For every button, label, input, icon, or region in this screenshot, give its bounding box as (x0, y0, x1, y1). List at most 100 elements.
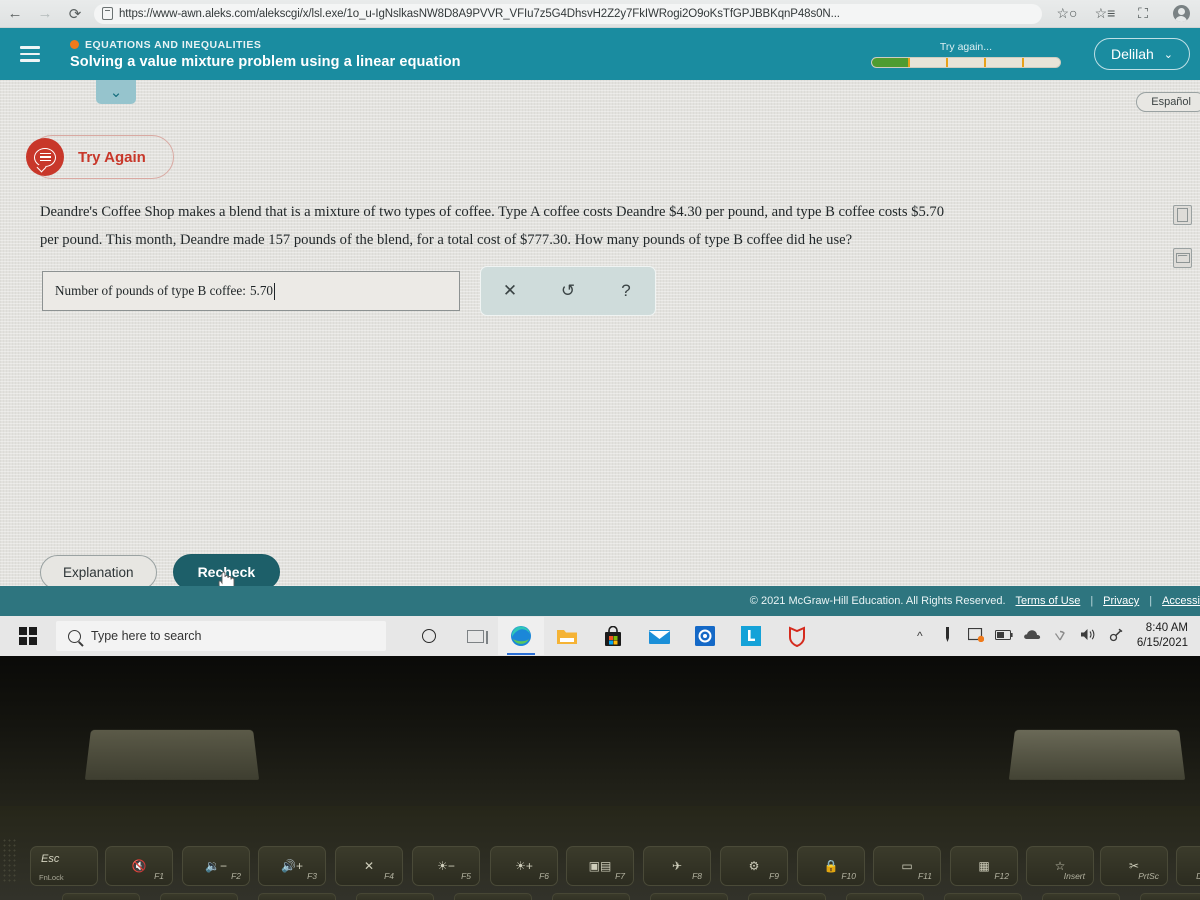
notification-icon[interactable] (963, 627, 989, 645)
forward-arrow-icon[interactable]: → (30, 5, 60, 22)
undo-tool-icon[interactable]: ↺ (548, 281, 588, 301)
show-hidden-icons-chevron[interactable]: ^ (907, 629, 933, 643)
microsoft-store-icon[interactable] (590, 617, 636, 655)
system-tray: ^ 8:40 AM 6/15/2021 (907, 621, 1200, 651)
f3-key-volume-up-fn-label: F3 (307, 871, 317, 881)
f2-key-volume-down-fn-label: F2 (231, 871, 241, 881)
task-view-icon[interactable] (452, 617, 498, 655)
espanol-button[interactable]: Español (1136, 92, 1200, 112)
menu-hamburger-icon[interactable] (0, 46, 60, 62)
wifi-icon[interactable] (1047, 629, 1073, 644)
insert-key[interactable]: ☆ Insert (1026, 846, 1094, 886)
f3-key-volume-up[interactable]: 🔊+ F3 (258, 846, 326, 886)
recheck-button[interactable]: Recheck (172, 554, 281, 593)
progress-bar (870, 56, 1061, 68)
keyboard-key[interactable] (258, 893, 336, 900)
bluetooth-icon[interactable] (1103, 628, 1129, 645)
delete-key[interactable]: De (1176, 846, 1200, 886)
text-caret (274, 282, 276, 300)
problem-statement: Deandre's Coffee Shop makes a blend that… (40, 198, 1130, 254)
outlook-icon[interactable] (682, 617, 728, 655)
terms-of-use-link[interactable]: Terms of Use (1016, 595, 1081, 607)
help-tool-icon[interactable]: ? (606, 281, 646, 301)
answer-input[interactable]: Number of pounds of type B coffee: 5.70 (42, 271, 460, 311)
f2-key-volume-down[interactable]: 🔉− F2 (182, 846, 250, 886)
site-footer: © 2021 McGraw-Hill Education. All Rights… (0, 586, 1200, 616)
battery-icon[interactable] (991, 629, 1017, 643)
search-input[interactable]: Type here to search (56, 621, 386, 651)
f7-key-display-switch[interactable]: ▣▤ F7 (566, 846, 634, 886)
cortana-icon[interactable] (406, 617, 452, 655)
search-icon (68, 629, 81, 643)
problem-line-1: Deandre's Coffee Shop makes a blend that… (40, 204, 945, 220)
collections-icon[interactable]: ☆○ (1048, 5, 1086, 22)
file-explorer-icon[interactable] (544, 617, 590, 655)
esc-key-label: Esc (41, 853, 60, 865)
pen-device-icon[interactable] (935, 627, 961, 645)
keyboard-key[interactable] (748, 893, 826, 900)
f1-key-mute[interactable]: 🔇 F1 (105, 846, 173, 886)
f11-key-app-switch-fn-label: F11 (917, 871, 932, 881)
f9-key-settings-glyph: ⚙ (748, 859, 760, 873)
keyboard-key[interactable] (1042, 893, 1120, 900)
laptop-hinge-right (1008, 729, 1186, 780)
keyboard-key[interactable] (356, 893, 434, 900)
f10-key-lock-fn-label: F10 (841, 871, 856, 881)
keyboard-key[interactable] (1140, 893, 1200, 900)
progress-status-text: Try again... (939, 40, 993, 53)
f12-key-calculator-fn-label: F12 (994, 871, 1009, 881)
onedrive-cloud-icon[interactable] (1019, 629, 1045, 643)
accessibility-link[interactable]: Accessi (1162, 595, 1200, 607)
f10-key-lock[interactable]: 🔒 F10 (797, 846, 865, 886)
reload-icon[interactable]: ⟳ (60, 5, 90, 23)
taskbar-icons (406, 617, 820, 655)
volume-icon[interactable] (1075, 628, 1101, 644)
back-arrow-icon[interactable]: ← (0, 5, 30, 22)
f3-key-volume-up-glyph: 🔊+ (281, 859, 303, 873)
keyboard-key[interactable] (62, 893, 140, 900)
chevron-down-icon: ⌄ (1163, 48, 1173, 61)
profile-avatar-icon[interactable] (1162, 5, 1200, 22)
lenovo-vantage-icon[interactable] (728, 617, 774, 655)
f5-key-brightness-down[interactable]: ☀− F5 (412, 846, 480, 886)
esc-key[interactable]: Esc FnLock (30, 846, 98, 886)
explanation-button[interactable]: Explanation (40, 554, 157, 590)
favorites-icon[interactable]: ☆≡ (1086, 5, 1124, 22)
user-menu-button[interactable]: Delilah ⌄ (1093, 38, 1190, 70)
f6-key-brightness-up-fn-label: F6 (539, 871, 549, 881)
taskbar-clock[interactable]: 8:40 AM 6/15/2021 (1131, 621, 1196, 651)
clear-tool-icon[interactable]: ✕ (490, 281, 530, 301)
f11-key-app-switch[interactable]: ▭ F11 (873, 846, 941, 886)
calculator-icon[interactable] (1173, 205, 1192, 225)
collapse-header-button[interactable]: ⌄ (96, 80, 136, 104)
clock-date: 6/15/2021 (1136, 637, 1188, 649)
f6-key-brightness-up[interactable]: ☀+ F6 (490, 846, 558, 886)
keyboard-key[interactable] (846, 893, 924, 900)
f12-key-calculator[interactable]: ▦ F12 (950, 846, 1018, 886)
f8-key-airplane-mode[interactable]: ✈ F8 (643, 846, 711, 886)
message-icon[interactable] (1173, 248, 1192, 268)
f1-key-mute-glyph: 🔇 (131, 859, 147, 873)
address-bar[interactable]: https://www-awn.aleks.com/alekscgi/x/lsl… (94, 3, 1042, 24)
keyboard-key[interactable] (650, 893, 728, 900)
add-to-collection-icon[interactable]: ⛶ (1124, 5, 1162, 22)
mcafee-shield-icon[interactable] (774, 617, 820, 655)
keyboard-key[interactable] (454, 893, 532, 900)
f11-key-app-switch-glyph: ▭ (901, 859, 913, 873)
privacy-link[interactable]: Privacy (1103, 595, 1139, 607)
keyboard-key[interactable] (552, 893, 630, 900)
insert-key-fn-label: Insert (1063, 871, 1085, 881)
f4-key-mic-mute[interactable]: ✕ F4 (335, 846, 403, 886)
f6-key-brightness-up-glyph: ☀+ (515, 859, 533, 873)
f7-key-display-switch-fn-label: F7 (615, 871, 625, 881)
prtsc-key[interactable]: ✂ PrtSc (1100, 846, 1168, 886)
windows-start-icon[interactable] (0, 627, 56, 645)
keyboard-key[interactable] (160, 893, 238, 900)
edge-icon[interactable] (498, 617, 544, 655)
mail-icon[interactable] (636, 617, 682, 655)
f9-key-settings[interactable]: ⚙ F9 (720, 846, 788, 886)
topic-bullet-icon (70, 40, 79, 49)
keyboard-key[interactable] (944, 893, 1022, 900)
action-buttons: Explanation Recheck (40, 554, 281, 593)
answer-tools-panel: ✕ ↺ ? (480, 266, 656, 316)
